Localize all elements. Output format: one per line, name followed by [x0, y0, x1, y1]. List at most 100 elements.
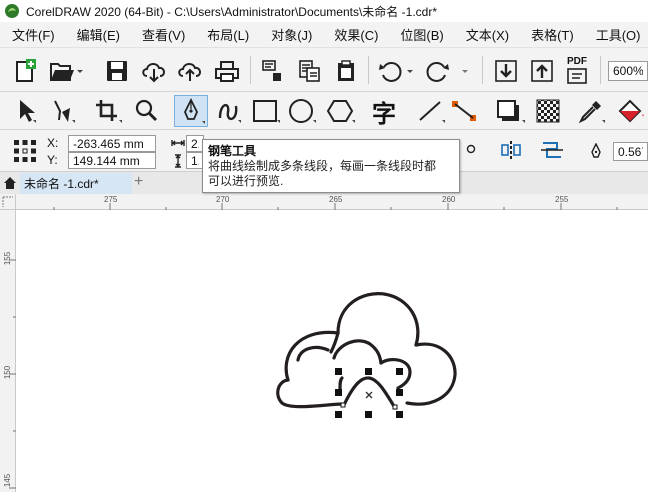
- export-pdf-button[interactable]: PDF: [564, 56, 592, 86]
- connector-tool-button[interactable]: [448, 97, 482, 125]
- menu-bitmaps[interactable]: 位图(B): [400, 25, 443, 44]
- open-folder-icon: [50, 63, 83, 81]
- title-bar: CorelDRAW 2020 (64-Bit) - C:\Users\Admin…: [0, 0, 648, 22]
- ruler-corner[interactable]: [0, 194, 16, 210]
- eyedropper-tool-button[interactable]: [575, 97, 607, 125]
- v-ruler-label: 150: [3, 365, 13, 380]
- import-button[interactable]: [258, 57, 286, 85]
- redo-button[interactable]: [424, 57, 476, 85]
- center-marker: [365, 391, 373, 399]
- cloud-upload-button[interactable]: [175, 57, 205, 85]
- hexagon-icon: [326, 100, 355, 123]
- diagonal-line-icon: [419, 101, 445, 123]
- zoom-tool-button[interactable]: [132, 97, 162, 125]
- menu-edit[interactable]: 编辑(E): [77, 25, 120, 44]
- artistic-media-tool-button[interactable]: [213, 97, 243, 125]
- publish-button[interactable]: [332, 57, 360, 85]
- rectangle-tool-button[interactable]: [250, 97, 282, 125]
- ellipse-tool-button[interactable]: [286, 97, 318, 125]
- pen-curve-segment: [342, 376, 397, 410]
- document-tab-label: 未命名 -1.cdr*: [24, 177, 99, 191]
- open-document-button[interactable]: [48, 57, 84, 85]
- drawing-canvas[interactable]: [17, 211, 648, 492]
- menu-effects[interactable]: 效果(C): [334, 25, 378, 44]
- text-tool-glyph: 字: [372, 99, 396, 128]
- outline-pen-icon: [591, 143, 601, 158]
- coreldraw-app-icon: [5, 4, 19, 18]
- arrow-down-box-icon: [495, 60, 517, 82]
- export-icon: [299, 60, 320, 82]
- toolbar-separator: [368, 56, 369, 84]
- reference-point-button[interactable]: [12, 138, 38, 164]
- toolbox: 字: [0, 92, 648, 130]
- node-circle-icon: [466, 144, 476, 154]
- align-nodes-icon: [541, 142, 563, 158]
- clipboard-icon: [338, 60, 354, 81]
- pen-nib-icon: [184, 97, 205, 124]
- fill-bucket-icon: [618, 99, 644, 123]
- curve-brush-icon: [218, 104, 241, 123]
- print-button[interactable]: [212, 57, 242, 85]
- cloud-download-button[interactable]: [139, 57, 169, 85]
- pen-tool-tooltip: 钢笔工具 将曲线绘制成多条线段，每画一条线段时都 可以进行预览.: [202, 139, 460, 193]
- new-document-icon: [16, 59, 36, 82]
- connector-icon: [452, 101, 476, 121]
- menu-text[interactable]: 文本(X): [466, 25, 509, 44]
- split-node-button[interactable]: [498, 138, 526, 164]
- export-arrow-button[interactable]: [528, 57, 556, 85]
- menu-view[interactable]: 查看(V): [142, 25, 185, 44]
- undo-icon: [379, 62, 413, 82]
- h-ruler-label: 255: [555, 195, 569, 204]
- height-arrow-icon: [175, 154, 181, 168]
- toolbar-separator: [482, 56, 483, 84]
- menu-object[interactable]: 对象(J): [271, 25, 312, 44]
- export-button[interactable]: [296, 57, 324, 85]
- drop-shadow-tool-button[interactable]: [494, 97, 528, 125]
- checkerboard-icon: [536, 99, 560, 123]
- h-ruler-label: 265: [329, 195, 343, 204]
- menu-file[interactable]: 文件(F): [12, 25, 55, 44]
- cloud-download-icon: [142, 63, 165, 83]
- curve-nodes: [340, 402, 398, 410]
- zoom-level-input[interactable]: [608, 61, 648, 81]
- align-nodes-button[interactable]: [538, 138, 566, 164]
- menu-tools[interactable]: 工具(O): [596, 25, 641, 44]
- drop-shadow-icon: [497, 100, 525, 123]
- pdf-label: PDF: [567, 56, 587, 67]
- undo-button[interactable]: [376, 57, 416, 85]
- parallel-dimension-tool-button[interactable]: [410, 97, 450, 125]
- split-curve-icon: [501, 141, 521, 161]
- text-tool-button[interactable]: 字: [368, 97, 400, 128]
- menu-table[interactable]: 表格(T): [531, 25, 574, 44]
- transparency-tool-button[interactable]: [532, 97, 564, 125]
- v-ruler-label: 145: [3, 473, 13, 488]
- home-button[interactable]: [2, 175, 18, 191]
- standard-toolbar: PDF: [0, 48, 648, 92]
- ellipse-icon: [289, 99, 316, 123]
- polygon-tool-button[interactable]: [325, 97, 357, 125]
- eyedropper-icon: [578, 101, 605, 124]
- crop-tool-button[interactable]: [92, 97, 124, 125]
- home-icon: [4, 177, 16, 189]
- y-position-label: Y:: [47, 153, 58, 167]
- h-ruler-label: 270: [216, 195, 230, 204]
- import-arrow-button[interactable]: [492, 57, 520, 85]
- document-tab[interactable]: 未命名 -1.cdr*: [20, 173, 132, 194]
- redo-icon: [426, 62, 468, 82]
- outline-width-input[interactable]: [613, 142, 648, 161]
- pen-tool-button[interactable]: [174, 95, 208, 127]
- shape-tool-button[interactable]: [49, 97, 79, 125]
- selection-handles: [335, 368, 403, 418]
- reference-point-grid-icon: [14, 140, 36, 162]
- horizontal-ruler[interactable]: 275 270 265 260 255: [16, 194, 648, 210]
- save-button[interactable]: [103, 57, 131, 85]
- interactive-fill-tool-button[interactable]: [614, 97, 648, 125]
- add-document-tab-button[interactable]: +: [134, 173, 143, 191]
- menu-layout[interactable]: 布局(L): [207, 25, 249, 44]
- new-document-button[interactable]: [10, 57, 40, 85]
- shape-node-icon: [54, 100, 75, 123]
- vertical-ruler[interactable]: 155 150 145: [0, 210, 16, 492]
- pick-tool-button[interactable]: [13, 97, 39, 125]
- x-position-input[interactable]: [68, 135, 156, 152]
- y-position-input[interactable]: [68, 152, 156, 169]
